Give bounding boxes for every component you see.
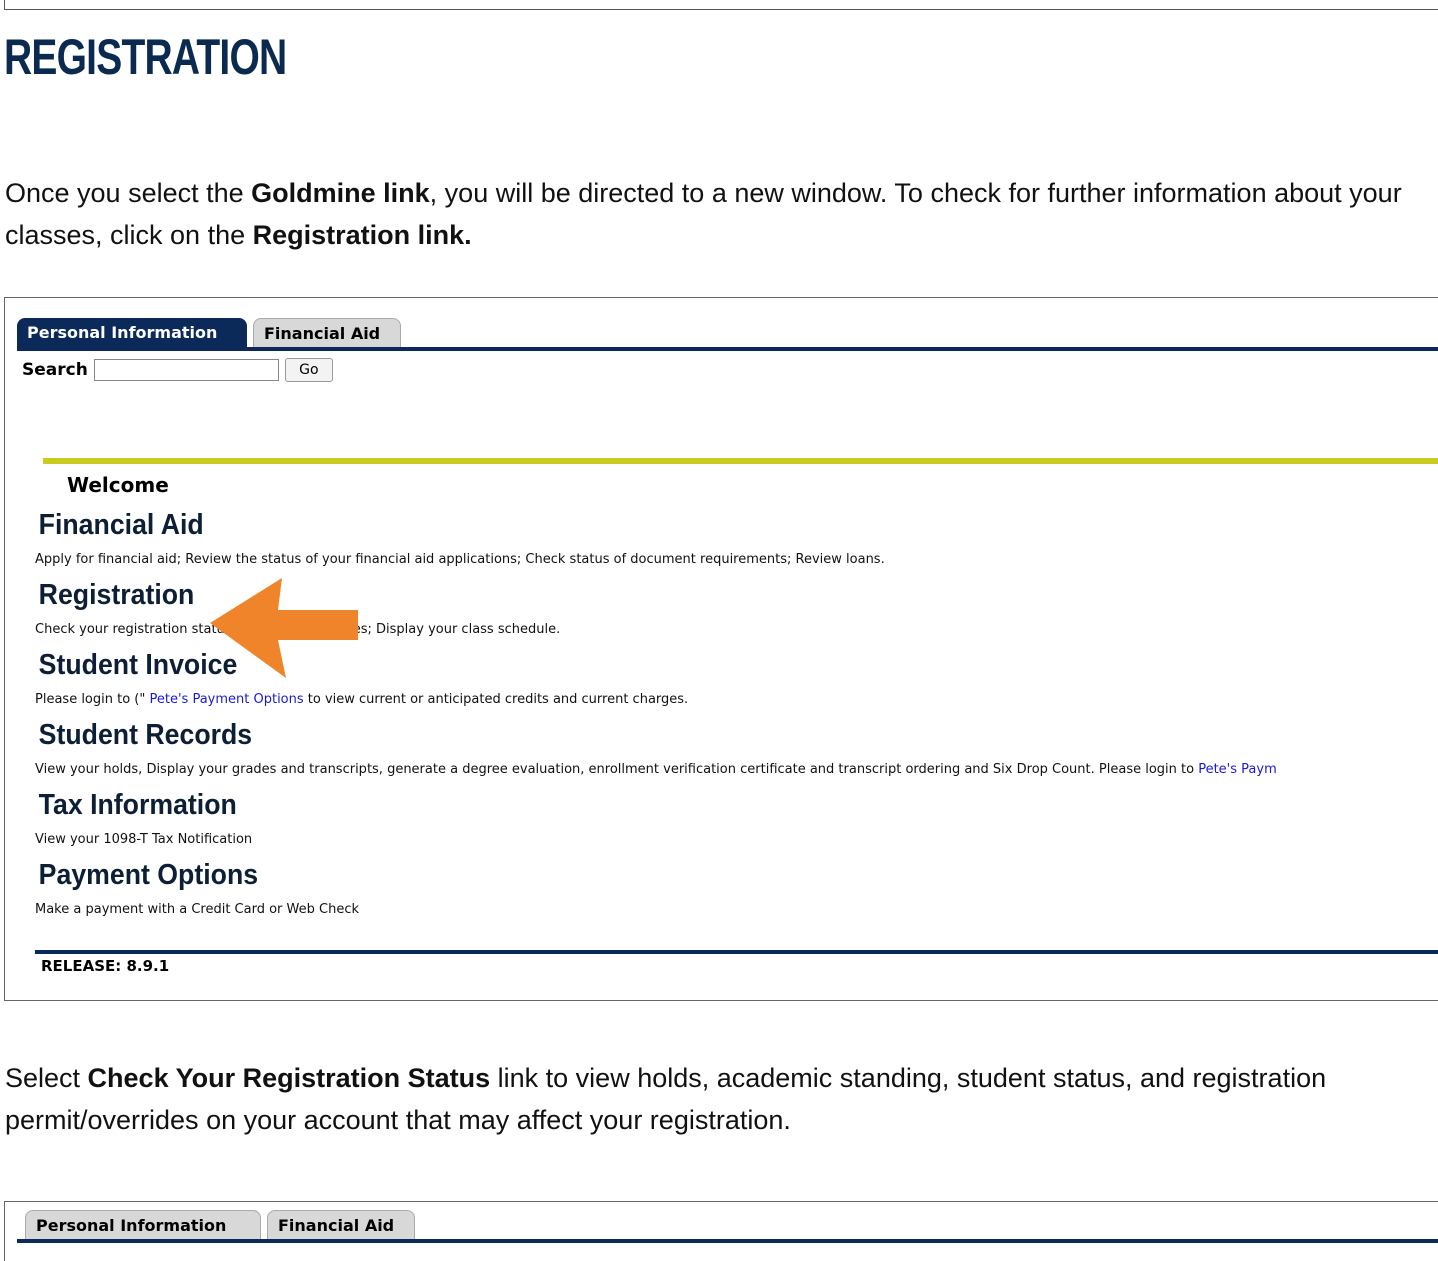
petes-payment-link-truncated[interactable]: Pete's Paym (1198, 762, 1277, 777)
intro1-text-a: Once you select the (5, 178, 252, 208)
intro2-text-a: Select (5, 1063, 88, 1093)
release-version: RELEASE: 8.9.1 (41, 957, 170, 975)
previous-section-border (4, 0, 1438, 10)
menu-item-student-records: Student Records View your holds, Display… (35, 713, 1435, 783)
menu-link-student-records[interactable]: Student Records (35, 713, 1323, 757)
menu-item-tax-information: Tax Information View your 1098-T Tax Not… (35, 783, 1435, 853)
intro1-bold-registration: Registration link. (252, 220, 472, 250)
tab-bar-underline-2 (17, 1239, 1438, 1243)
menu-desc-tax-information: View your 1098-T Tax Notification (35, 832, 253, 847)
tab-financial-aid[interactable]: Financial Aid (253, 318, 401, 348)
second-screenshot: Personal Information Financial Aid (4, 1201, 1438, 1261)
search-label: Search (22, 360, 88, 380)
intro-paragraph-2: Select Check Your Registration Status li… (5, 1057, 1425, 1141)
welcome-heading: Welcome (67, 473, 169, 497)
menu-link-tax-information[interactable]: Tax Information (35, 783, 1323, 827)
menu-desc-student-records: View your holds, Display your grades and… (35, 757, 1435, 783)
records-desc-pre: View your holds, Display your grades and… (35, 762, 1199, 777)
intro-paragraph-1: Once you select the Goldmine link, you w… (5, 172, 1425, 256)
footer-divider (35, 950, 1438, 954)
page-title: REGISTRATION (4, 29, 287, 85)
tab-bar-underline (17, 347, 1438, 351)
tab-personal-information[interactable]: Personal Information (17, 318, 247, 348)
menu-item-financial-aid: Financial Aid Apply for financial aid; R… (35, 503, 1435, 573)
tab-financial-aid-2[interactable]: Financial Aid (267, 1210, 415, 1240)
intro1-bold-goldmine: Goldmine link (251, 178, 430, 208)
go-button[interactable]: Go (284, 358, 333, 382)
main-menu: Financial Aid Apply for financial aid; R… (35, 503, 1435, 923)
tab-personal-information-2[interactable]: Personal Information (25, 1210, 261, 1240)
menu-link-payment-options[interactable]: Payment Options (35, 853, 1323, 897)
search-input[interactable] (93, 359, 279, 381)
orange-arrow-icon (210, 578, 358, 678)
invoice-desc-post: to view current or anticipated credits a… (303, 692, 689, 707)
invoice-desc-pre: Please login to (" (35, 692, 150, 707)
header-divider (43, 458, 1438, 464)
intro2-bold-check-status: Check Your Registration Status (87, 1063, 491, 1093)
menu-link-financial-aid[interactable]: Financial Aid (35, 503, 1323, 547)
menu-item-payment-options: Payment Options Make a payment with a Cr… (35, 853, 1435, 923)
search-row: Search Go (22, 356, 333, 384)
menu-desc-financial-aid: Apply for financial aid; Review the stat… (35, 552, 885, 567)
petes-payment-options-link[interactable]: Pete's Payment Options (150, 692, 304, 707)
menu-desc-student-invoice: Please login to (" Pete's Payment Option… (35, 687, 1435, 713)
menu-desc-payment-options: Make a payment with a Credit Card or Web… (35, 902, 359, 917)
